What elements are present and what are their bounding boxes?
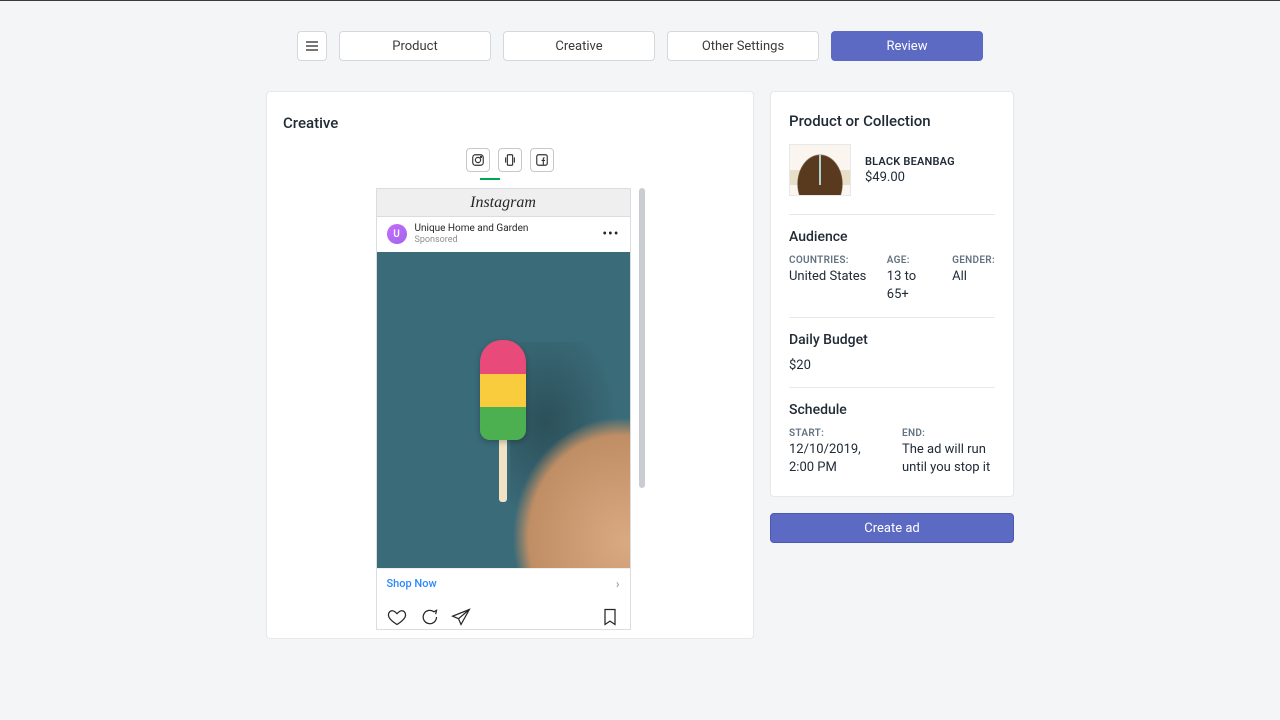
tab-creative[interactable]: Creative — [503, 31, 655, 61]
start-label: START: — [789, 428, 882, 439]
create-ad-button[interactable]: Create ad — [770, 513, 1014, 543]
platform-tab-facebook[interactable] — [530, 148, 554, 172]
instagram-header: Instagram — [377, 189, 630, 217]
age-value: 13 to 65+ — [887, 268, 932, 303]
tab-product[interactable]: Product — [339, 31, 491, 61]
top-nav: Product Creative Other Settings Review — [0, 31, 1280, 61]
summary-card: Product or Collection BLACK BEANBAG $49.… — [770, 91, 1014, 497]
summary-column: Product or Collection BLACK BEANBAG $49.… — [770, 91, 1014, 543]
end-label: END: — [902, 428, 995, 439]
cta-label: Shop Now — [387, 577, 437, 590]
platform-tab-indicator — [480, 178, 500, 180]
preview-scrollbar[interactable] — [639, 188, 645, 628]
start-value: 12/10/2019, 2:00 PM — [789, 441, 882, 476]
instagram-account-row: U Unique Home and Garden Sponsored ••• — [377, 217, 630, 252]
tab-review[interactable]: Review — [831, 31, 983, 61]
comment-icon[interactable] — [419, 607, 439, 627]
ad-image — [377, 252, 630, 568]
sponsored-label: Sponsored — [415, 235, 529, 246]
gender-label: GENDER: — [952, 255, 995, 266]
chevron-right-icon: › — [616, 577, 620, 591]
end-value: The ad will run until you stop it — [902, 441, 995, 476]
hamburger-icon — [304, 38, 320, 54]
countries-label: COUNTRIES: — [789, 255, 867, 266]
budget-value: $20 — [789, 358, 995, 373]
bookmark-icon[interactable] — [600, 607, 620, 627]
product-name: BLACK BEANBAG — [865, 155, 955, 168]
product-heading: Product or Collection — [789, 112, 995, 130]
account-name: Unique Home and Garden — [415, 223, 529, 235]
product-thumbnail — [789, 144, 851, 196]
creative-card: Creative Instagram U — [266, 91, 754, 639]
instagram-icon — [471, 153, 485, 167]
budget-section: Daily Budget $20 — [789, 332, 995, 388]
schedule-section: Schedule START: 12/10/2019, 2:00 PM END:… — [789, 402, 995, 476]
more-icon[interactable]: ••• — [602, 226, 619, 242]
creative-heading: Creative — [283, 114, 737, 132]
audience-section: Audience COUNTRIES: United States AGE: 1… — [789, 229, 995, 318]
account-avatar: U — [387, 224, 407, 244]
menu-button[interactable] — [297, 31, 327, 61]
instagram-preview: Instagram U Unique Home and Garden Spons… — [376, 188, 631, 630]
instagram-action-row — [377, 599, 630, 630]
age-label: AGE: — [887, 255, 932, 266]
audience-heading: Audience — [789, 229, 995, 245]
heart-icon[interactable] — [387, 607, 407, 627]
product-price: $49.00 — [865, 170, 955, 185]
cta-row[interactable]: Shop Now › — [377, 568, 630, 599]
share-icon[interactable] — [451, 607, 471, 627]
stories-icon — [503, 153, 517, 167]
gender-value: All — [952, 268, 995, 286]
budget-heading: Daily Budget — [789, 332, 995, 348]
platform-tab-stories[interactable] — [498, 148, 522, 172]
tab-other-settings[interactable]: Other Settings — [667, 31, 819, 61]
product-row: BLACK BEANBAG $49.00 — [789, 144, 995, 215]
platform-tab-instagram[interactable] — [466, 148, 490, 172]
platform-tabs — [283, 148, 737, 172]
facebook-icon — [535, 153, 549, 167]
schedule-heading: Schedule — [789, 402, 995, 418]
countries-value: United States — [789, 268, 867, 286]
